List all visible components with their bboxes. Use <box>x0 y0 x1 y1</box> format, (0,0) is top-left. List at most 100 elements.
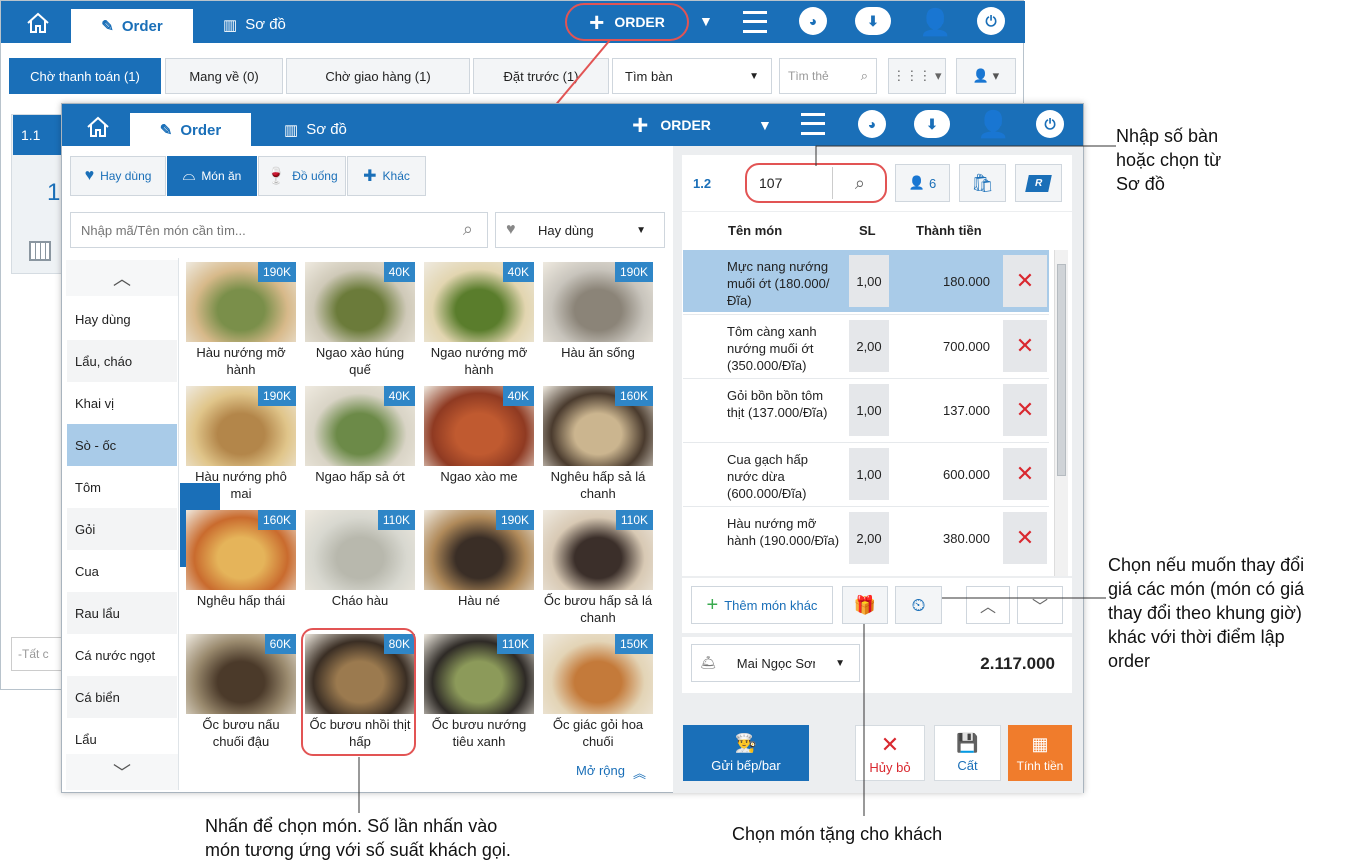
user-filter-button[interactable]: 👤 ▾ <box>956 58 1016 94</box>
category-item[interactable]: Hay dùng <box>67 298 177 340</box>
cloud-download-icon[interactable]: ⬇ <box>855 7 891 35</box>
back-bottom-input[interactable]: -Tất c <box>11 637 63 671</box>
delete-icon[interactable]: ✕ <box>1003 448 1047 500</box>
order-item-qty[interactable]: 1,00 <box>849 384 889 436</box>
search-icon[interactable]: ⌕ <box>855 173 865 194</box>
chevron-down-icon[interactable]: ﹀ <box>66 754 178 790</box>
food-card[interactable]: 110K Ốc bươu hấp sả lá chanh <box>543 510 653 628</box>
food-card[interactable]: 190K Hàu nướng phô mai <box>186 386 296 504</box>
food-card[interactable]: 40K Ngao xào me <box>424 386 534 504</box>
category-item[interactable]: Cá nước ngọt <box>67 634 177 676</box>
home-icon[interactable] <box>83 115 113 139</box>
food-card[interactable]: 60K Ốc bươu nấu chuối đậu <box>186 634 296 752</box>
plus-icon: + <box>589 7 605 37</box>
filter-cho-thanh-toan[interactable]: Chờ thanh toán (1) <box>9 58 161 94</box>
tab-khac[interactable]: ✚ Khác <box>347 156 426 196</box>
table-select[interactable]: Tìm bàn ▼ <box>612 58 772 94</box>
delete-icon[interactable]: ✕ <box>1003 384 1047 436</box>
tab-mon-an[interactable]: ⌓ Món ăn <box>167 156 257 196</box>
back-order-button[interactable]: + ORDER <box>565 3 689 41</box>
order-item-qty[interactable]: 2,00 <box>849 512 889 564</box>
food-search-input[interactable]: ⌕ <box>70 212 488 248</box>
food-card[interactable]: 160K Nghêu hấp sả lá chanh <box>543 386 653 504</box>
food-card[interactable]: 150K Ốc giác gỏi hoa chuối <box>543 634 653 752</box>
power-icon[interactable]: ⏻ <box>977 7 1005 35</box>
menu-icon[interactable] <box>743 11 767 33</box>
grid-view-button[interactable]: ⋮⋮⋮ ▾ <box>888 58 946 94</box>
order-row[interactable]: Cua gạch hấp nước dừa (600.000/Đĩa) 1,00 6… <box>683 442 1049 504</box>
delete-icon[interactable]: ✕ <box>1003 255 1047 307</box>
filter-cho-giao-hang[interactable]: Chờ giao hàng (1) <box>286 58 470 94</box>
food-search-field[interactable] <box>71 213 441 247</box>
search-icon[interactable]: ⌕ <box>463 219 473 240</box>
send-kitchen-button[interactable]: 👨‍🍳 Gửi bếp/bar <box>683 725 809 781</box>
category-item[interactable]: Sò - ốc <box>67 424 177 466</box>
pay-button[interactable]: ▦ Tính tiền <box>1008 725 1072 781</box>
menu-icon[interactable] <box>801 113 825 135</box>
delete-icon[interactable]: ✕ <box>1003 512 1047 564</box>
food-card[interactable]: 40K Ngao hấp sả ớt <box>305 386 415 504</box>
order-item-qty[interactable]: 2,00 <box>849 320 889 372</box>
waiter-select[interactable]: 🛎 Mai Ngọc Sơn ▼ <box>691 644 860 682</box>
food-card[interactable]: 40K Ngao nướng mỡ hành <box>424 262 534 380</box>
food-name: Ốc giác gỏi hoa chuối <box>552 717 644 749</box>
food-card[interactable]: 160K Nghêu hấp thái <box>186 510 296 628</box>
chevron-down-icon[interactable]: ▼ <box>758 117 772 133</box>
order-row[interactable]: Gỏi bồn bồn tôm thịt (137.000/Đĩa) 1,00 13… <box>683 378 1049 440</box>
cloche-icon: ⌓ <box>182 167 196 184</box>
chevron-down-icon[interactable]: ▼ <box>699 13 713 29</box>
order-row[interactable]: Hàu nướng mỡ hành (190.000/Đĩa) 2,00 380.0… <box>683 506 1049 568</box>
order-item-total: 137.000 <box>943 402 990 418</box>
expand-link[interactable]: Mở rộng ︽ <box>576 763 646 782</box>
order-scrollbar[interactable] <box>1054 250 1068 576</box>
food-card[interactable]: 190K Hàu nướng mỡ hành <box>186 262 296 380</box>
r-icon: R <box>1025 174 1052 192</box>
order-item-qty[interactable]: 1,00 <box>849 255 889 307</box>
filter-select[interactable]: ♥ Hay dùng ▼ <box>495 212 665 248</box>
globe-icon[interactable]: ◕ <box>799 7 827 35</box>
globe-icon[interactable]: ◕ <box>858 110 886 138</box>
back-tab-order[interactable]: ✎ Order <box>71 9 193 43</box>
order-item-total: 600.000 <box>943 466 990 482</box>
cloud-download-icon[interactable]: ⬇ <box>914 110 950 138</box>
order-row[interactable]: Mực nang nướng muối ớt (180.000/Đĩa) 1,00… <box>683 250 1049 312</box>
food-name: Cháo hàu <box>331 593 389 608</box>
tab-hay-dung[interactable]: ♥ Hay dùng <box>70 156 166 196</box>
back-tab-map[interactable]: ▥ Sơ đồ <box>223 16 286 34</box>
tab-do-uong[interactable]: 🍷 Đồ uống <box>258 156 346 196</box>
price-change-button[interactable]: ⏲ <box>895 586 942 624</box>
calculator-icon[interactable] <box>29 241 51 261</box>
food-card[interactable]: 190K Hàu né <box>424 510 534 628</box>
save-button[interactable]: 💾 Cất <box>934 725 1001 781</box>
category-item[interactable]: Cá biển <box>67 676 177 718</box>
filter-mang-ve[interactable]: Mang về (0) <box>165 58 283 94</box>
category-item[interactable]: Lẩu, cháo <box>67 340 177 382</box>
home-icon[interactable] <box>23 11 53 35</box>
food-price: 60K <box>264 634 296 654</box>
category-item[interactable]: Tôm <box>67 466 177 508</box>
category-item[interactable]: Khai vị <box>67 382 177 424</box>
gift-button[interactable]: 🎁 <box>842 586 888 624</box>
food-price: 190K <box>495 510 534 530</box>
category-item[interactable]: Rau lẩu <box>67 592 177 634</box>
food-card[interactable]: 110K Ốc bươu nướng tiêu xanh <box>424 634 534 752</box>
power-icon[interactable]: ⏻ <box>1036 110 1064 138</box>
order-row[interactable]: Tôm càng xanh nướng muối ớt (350.000/Đĩa… <box>683 314 1049 376</box>
order-item-qty[interactable]: 1,00 <box>849 448 889 500</box>
category-item[interactable]: Gỏi <box>67 508 177 550</box>
user-icon[interactable]: 👤 <box>919 7 951 38</box>
save-icon: 💾 <box>956 733 979 753</box>
front-tab-order[interactable]: ✎ Order <box>130 113 251 147</box>
food-card[interactable]: 110K Cháo hàu <box>305 510 415 628</box>
delete-icon[interactable]: ✕ <box>1003 320 1047 372</box>
add-other-button[interactable]: + Thêm món khác <box>691 586 833 624</box>
back-table-label[interactable]: 1.1 <box>13 115 61 155</box>
category-item[interactable]: Cua <box>67 550 177 592</box>
front-order-button[interactable]: + ORDER <box>632 110 740 140</box>
back-search-input[interactable]: Tìm thẻ ⌕ <box>779 58 877 94</box>
front-tab-map[interactable]: ▥ Sơ đồ <box>284 121 347 139</box>
chevron-up-icon[interactable]: ︿ <box>66 260 178 296</box>
food-card[interactable]: 190K Hàu ăn sống <box>543 262 653 380</box>
food-card[interactable]: 40K Ngao xào húng quế <box>305 262 415 380</box>
user-icon[interactable]: 👤 <box>977 109 1009 140</box>
